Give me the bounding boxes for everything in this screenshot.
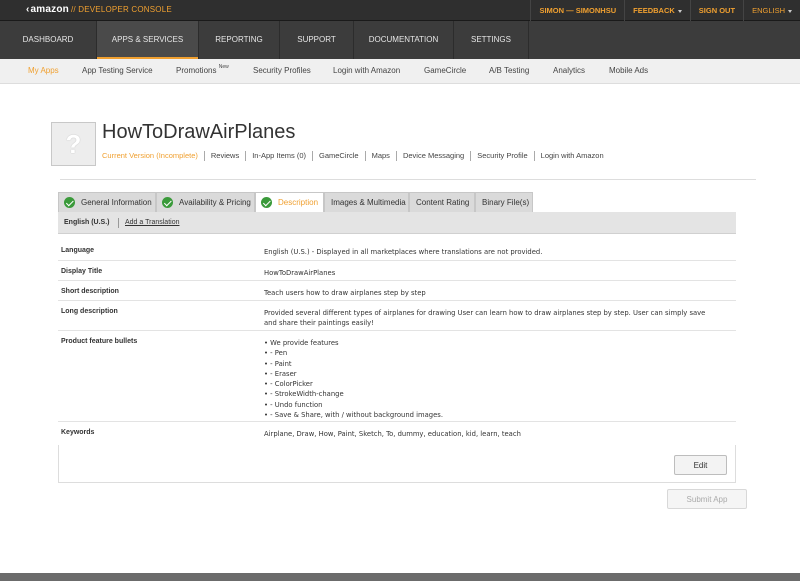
detail-row-keywords: Keywords Airplane, Draw, How, Paint, Ske… [58,422,736,445]
subnav-login-with-amazon[interactable]: Login with Amazon [333,66,400,75]
long-description-line: Provided several different types of airp… [264,309,706,317]
row-label: Product feature bullets [61,338,138,345]
row-label: Long description [61,308,118,315]
app-link-login-with-amazon[interactable]: Login with Amazon [533,151,610,161]
main-nav: DASHBOARD APPS & SERVICES REPORTING SUPP… [0,21,800,59]
row-label: Language [61,247,95,254]
check-icon [261,197,272,208]
sign-out-link[interactable]: SIGN OUT [689,0,743,21]
chevron-down-icon [677,9,682,13]
new-badge: New [218,64,229,70]
app-links: Current Version (Incomplete) Reviews In-… [102,151,610,161]
detail-row-display-title: Display Title HowToDrawAirPlanes [58,261,736,281]
nav-apps-services[interactable]: APPS & SERVICES [97,21,199,59]
language-bar: English (U.S.) Add a Translation [58,212,736,234]
tab-label: Availability & Pricing [179,198,251,207]
promotions-label: Promotions [176,66,217,75]
subnav-analytics[interactable]: Analytics [553,66,585,75]
tab-availability-pricing[interactable]: Availability & Pricing [156,192,255,212]
app-icon-placeholder: ? [51,122,96,166]
app-link-device-messaging[interactable]: Device Messaging [395,151,470,161]
nav-documentation[interactable]: DOCUMENTATION [354,21,454,59]
nav-support[interactable]: SUPPORT [280,21,354,59]
bullet-item: • - Eraser [264,369,297,378]
feedback-menu[interactable]: FEEDBACK [624,0,690,21]
row-value: Teach users how to draw airplanes step b… [264,289,426,297]
app-link-reviews[interactable]: Reviews [203,151,245,161]
divider [60,179,756,180]
submit-app-button[interactable]: Submit App [667,489,747,509]
subnav-gamecircle[interactable]: GameCircle [424,66,466,75]
top-bar: ‹amazon// DEVELOPER CONSOLE SIMON — SIMO… [0,0,800,21]
nav-settings[interactable]: SETTINGS [454,21,529,59]
chevron-left-icon: ‹ [26,4,30,15]
bullet-item: • - Save & Share, with / without backgro… [264,411,443,420]
tab-images-multimedia[interactable]: Images & Multimedia [324,192,409,212]
app-link-gamecircle[interactable]: GameCircle [312,151,365,161]
sub-nav: My Apps App Testing Service Promotions N… [0,59,800,84]
subnav-my-apps[interactable]: My Apps [28,66,59,75]
add-translation-link[interactable]: Add a Translation [125,219,179,226]
tab-label: General Information [81,198,152,207]
brand-name: amazon [30,4,69,15]
row-label: Short description [61,288,119,295]
footer-bar [0,573,800,581]
detail-row-feature-bullets: Product feature bullets • We provide fea… [58,331,736,422]
subnav-app-testing[interactable]: App Testing Service [82,66,153,75]
row-value: English (U.S.) - Displayed in all market… [264,248,543,256]
subnav-mobile-ads[interactable]: Mobile Ads [609,66,648,75]
language-menu[interactable]: ENGLISH [743,0,800,21]
tab-binary-files[interactable]: Binary File(s) [475,192,533,212]
tab-general-information[interactable]: General Information [58,192,156,212]
bullet-item: • - Pen [264,349,288,358]
row-value: HowToDrawAirPlanes [264,269,336,277]
language-label: ENGLISH [752,6,785,15]
top-links: SIMON — SIMONHSU FEEDBACK SIGN OUT ENGLI… [530,0,800,21]
chevron-down-icon [788,9,792,13]
subnav-ab-testing[interactable]: A/B Testing [489,66,529,75]
row-value: Provided several different types of airp… [264,308,730,329]
separator [118,218,119,228]
subnav-security-profiles[interactable]: Security Profiles [253,66,311,75]
app-link-security-profile[interactable]: Security Profile [470,151,533,161]
row-label: Display Title [61,268,103,275]
current-language: English (U.S.) [64,219,110,226]
detail-row-short-description: Short description Teach users how to dra… [58,281,736,301]
nav-reporting[interactable]: REPORTING [199,21,280,59]
subnav-promotions[interactable]: Promotions New [176,64,229,75]
user-menu[interactable]: SIMON — SIMONHSU [530,0,624,21]
long-description-line: and share their paintings easily! [264,319,374,328]
feedback-label: FEEDBACK [633,6,675,15]
amazon-logo[interactable]: ‹amazon// DEVELOPER CONSOLE [26,4,172,15]
detail-row-long-description: Long description Provided several differ… [58,301,736,331]
bullet-item: • We provide features [264,339,339,347]
detail-row-language: Language English (U.S.) - Displayed in a… [58,240,736,261]
bullet-item: • - Undo function [264,400,323,409]
nav-dashboard[interactable]: DASHBOARD [0,21,97,59]
tab-description[interactable]: Description [255,192,324,212]
tab-content-rating[interactable]: Content Rating [409,192,475,212]
row-label: Keywords [61,429,95,436]
question-icon: ? [65,129,82,159]
bullet-list: • We provide features • - Pen • - Paint … [264,338,730,420]
check-icon [162,197,173,208]
app-title: HowToDrawAirPlanes [102,121,296,143]
edit-button[interactable]: Edit [674,455,727,475]
app-link-current-version[interactable]: Current Version (Incomplete) [102,151,204,161]
edit-panel [58,445,736,483]
developer-console-label: // DEVELOPER CONSOLE [70,5,172,14]
bullet-item: • - ColorPicker [264,380,313,389]
app-link-maps[interactable]: Maps [364,151,396,161]
tab-label: Description [278,198,319,207]
bullet-item: • - StrokeWidth-change [264,390,344,399]
app-link-in-app-items[interactable]: In-App Items (0) [245,151,312,161]
check-icon [64,197,75,208]
row-value: Airplane, Draw, How, Paint, Sketch, To, … [264,430,521,438]
bullet-item: • - Paint [264,359,292,368]
